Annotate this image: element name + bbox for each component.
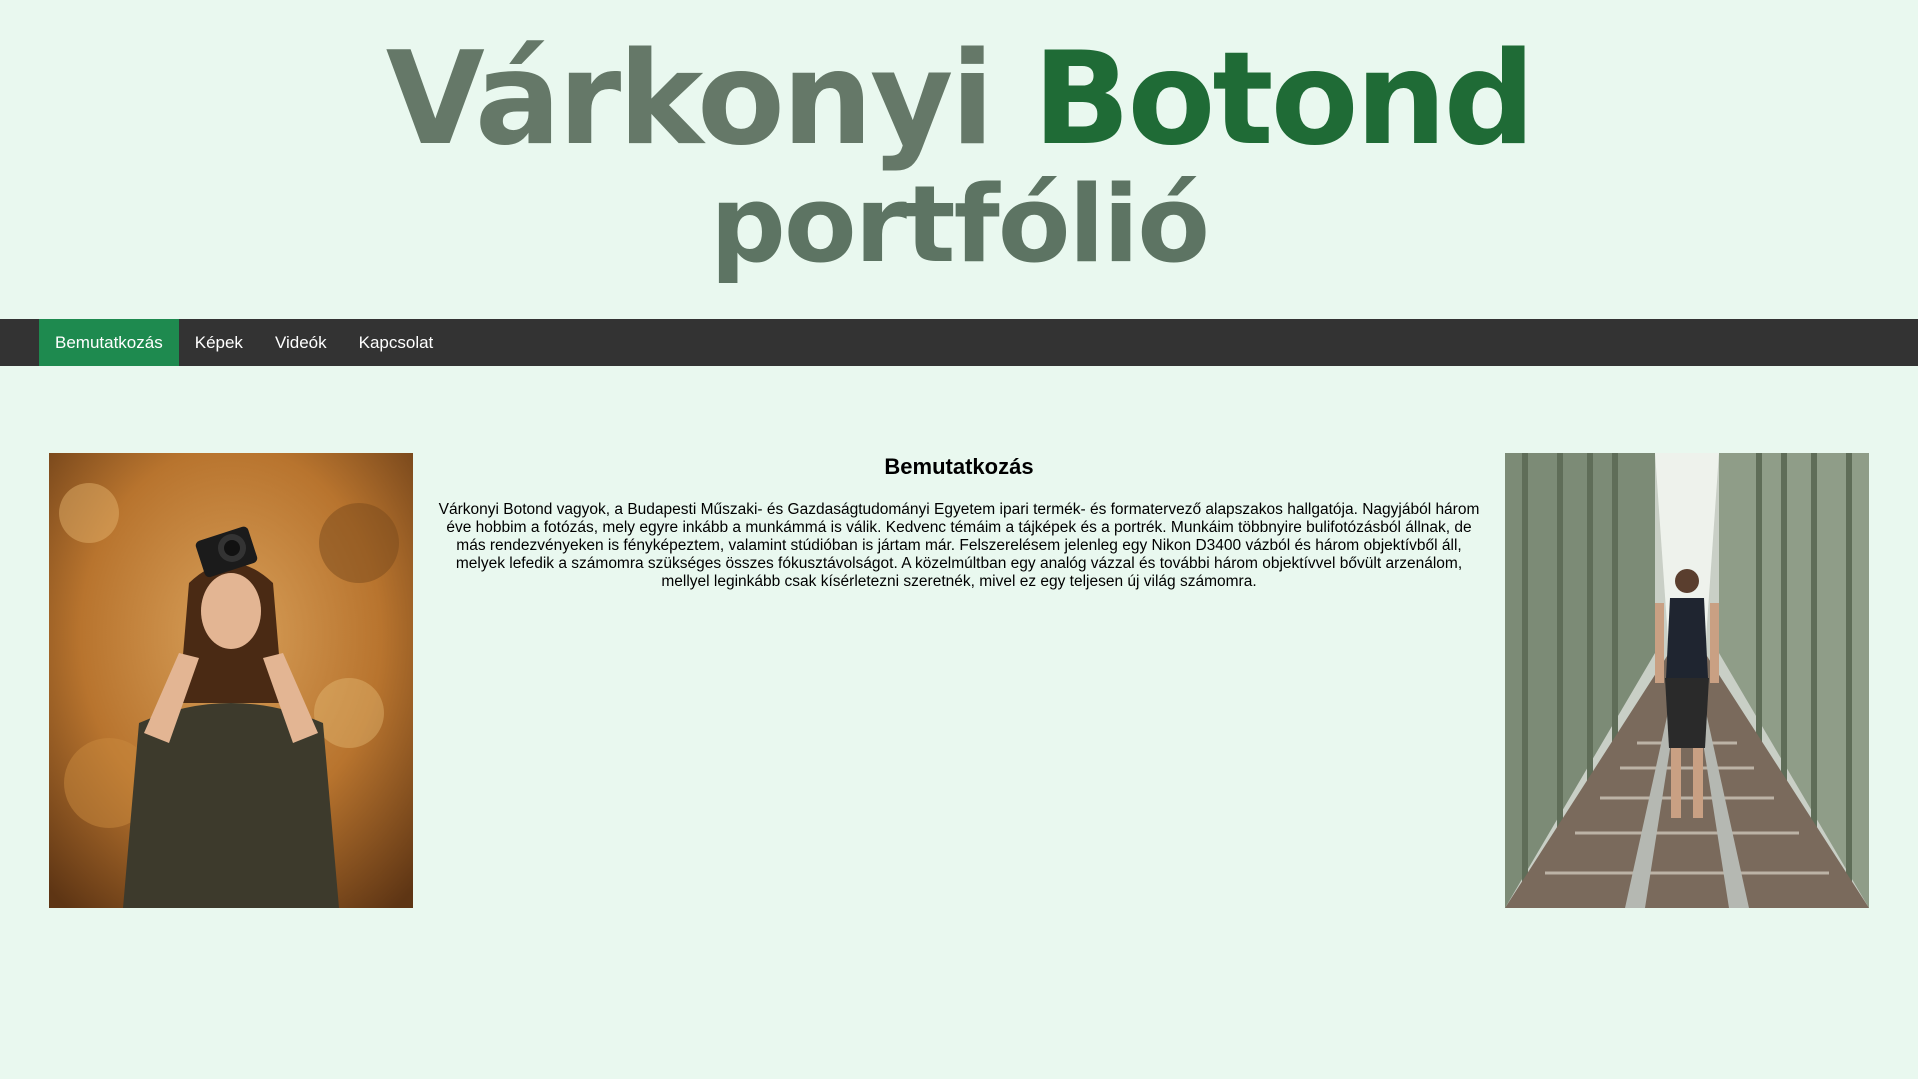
nav-item-videok[interactable]: Videók xyxy=(259,319,343,366)
intro-text: Várkonyi Botond vagyok, a Budapesti Műsz… xyxy=(438,501,1480,590)
top-nav: Bemutatkozás Képek Videók Kapcsolat xyxy=(0,319,1918,366)
nav-item-kapcsolat[interactable]: Kapcsolat xyxy=(343,319,450,366)
page-subtitle: portfólió xyxy=(709,163,1210,286)
intro-section: Bemutatkozás Várkonyi Botond vagyok, a B… xyxy=(438,453,1480,591)
page-title: Várkonyi Botond xyxy=(0,20,1918,180)
page-header: Várkonyi Botond portfólió xyxy=(0,0,1918,319)
title-first-name: Várkonyi xyxy=(385,25,995,174)
nav-item-kepek[interactable]: Képek xyxy=(179,319,259,366)
title-last-name: Botond xyxy=(1032,25,1535,174)
nav-item-bemutatkozas[interactable]: Bemutatkozás xyxy=(39,319,179,366)
bridge-photo xyxy=(1505,453,1869,908)
intro-heading: Bemutatkozás xyxy=(884,454,1034,479)
portrait-photo xyxy=(49,453,413,908)
